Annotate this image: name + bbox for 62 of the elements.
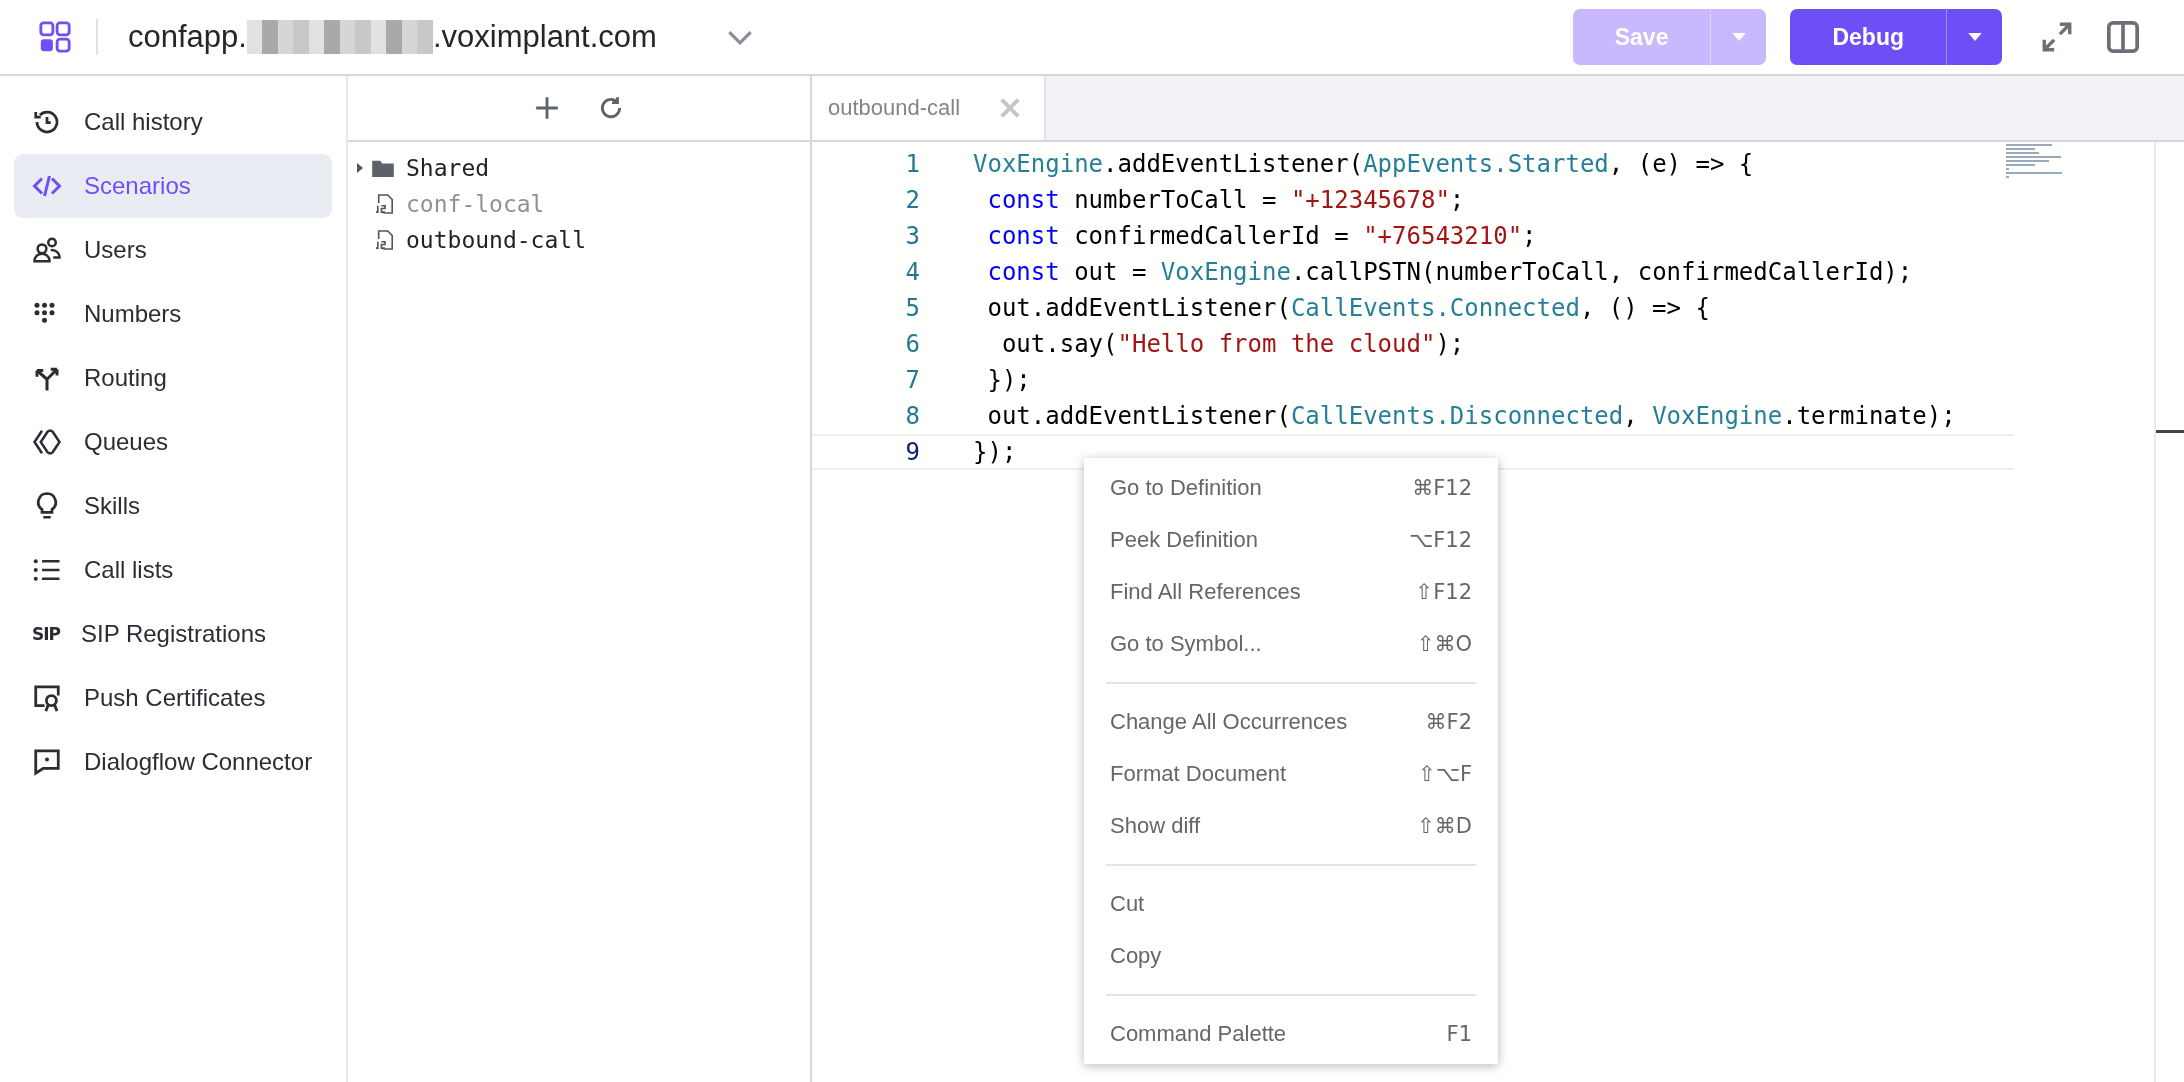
code-line: out.say("Hello from the cloud");: [1000, 330, 1465, 358]
users-icon: [32, 235, 62, 265]
chat-icon: [32, 747, 62, 777]
chevrons-icon: [32, 427, 62, 457]
file-tree-item[interactable]: Shared: [356, 152, 810, 184]
line-number: 4: [904, 258, 920, 286]
code-line: });: [986, 366, 1031, 394]
code-line: const numberToCall = "+12345678";: [986, 186, 1465, 214]
plus-icon[interactable]: [534, 95, 560, 121]
certificate-icon: [32, 683, 62, 713]
code-line: out.addEventListener(CallEvents.Disconnected, VoxEngine.terminate);: [986, 402, 1956, 430]
line-number: 6: [904, 330, 920, 358]
code-line: out.addEventListener(CallEvents.Connected, () => {: [986, 294, 1710, 322]
menu-item[interactable]: Cut: [1084, 878, 1498, 930]
sip-icon: SIP: [32, 624, 59, 644]
line-number: 1: [904, 150, 920, 178]
js-file-icon: [376, 230, 394, 250]
refresh-icon[interactable]: [598, 95, 624, 121]
menu-item[interactable]: Go to Symbol... ⇧⌘O: [1084, 618, 1498, 670]
apps-grid-icon[interactable]: [38, 20, 72, 54]
sidebar-item[interactable]: Dialogflow Connector: [14, 730, 332, 794]
line-number: 3: [904, 222, 920, 250]
code-line: const out = VoxEngine.callPSTN(numberToCall, confirmedCallerId);: [986, 258, 1913, 286]
menu-item[interactable]: Change All Occurrences ⌘F2: [1084, 696, 1498, 748]
sidebar-item[interactable]: SIP SIP Registrations: [14, 602, 332, 666]
menu-item[interactable]: Find All References ⇧F12: [1084, 566, 1498, 618]
menu-item[interactable]: Copy: [1084, 930, 1498, 982]
domain-title: .voximplant.com: [432, 19, 657, 55]
file-tree-item[interactable]: outbound-call: [356, 224, 810, 256]
split-layout-icon[interactable]: [2106, 20, 2140, 54]
menu-item[interactable]: Go to Definition ⌘F12: [1084, 462, 1498, 514]
sidebar-item[interactable]: Push Certificates: [14, 666, 332, 730]
domain-title: confapp.: [128, 19, 247, 55]
code-line: VoxEngine.addEventListener(AppEvents.Started, (e) => {: [973, 150, 1754, 178]
js-file-icon: [376, 194, 394, 214]
sidebar-item[interactable]: Users: [14, 218, 332, 282]
sidebar-item[interactable]: Numbers: [14, 282, 332, 346]
line-number: 8: [904, 402, 920, 430]
folder-icon: [372, 159, 394, 177]
editor-tab[interactable]: outbound-call: [812, 76, 1047, 140]
menu-item[interactable]: Peek Definition ⌥F12: [1084, 514, 1498, 566]
line-number: 7: [904, 366, 920, 394]
caret-icon: [1967, 32, 1982, 42]
sidebar-item[interactable]: Routing: [14, 346, 332, 410]
cursor-position-mark: [2156, 430, 2184, 433]
sidebar-item[interactable]: Scenarios: [14, 154, 332, 218]
menu-item[interactable]: Show diff ⇧⌘D: [1084, 800, 1498, 852]
menu-item[interactable]: Command Palette F1: [1084, 1008, 1498, 1060]
chevron-down-icon[interactable]: [726, 29, 753, 45]
code-line: const confirmedCallerId = "+76543210";: [986, 222, 1537, 250]
sidebar-item[interactable]: Call lists: [14, 538, 332, 602]
line-number: 9: [904, 438, 920, 466]
sidebar-item[interactable]: Call history: [14, 90, 332, 154]
code-line: });: [973, 438, 1017, 466]
line-number: 5: [904, 294, 920, 322]
sidebar-item[interactable]: Skills: [14, 474, 332, 538]
menu-item[interactable]: Format Document ⇧⌥F: [1084, 748, 1498, 800]
sidebar-item[interactable]: Queues: [14, 410, 332, 474]
expand-triangle-icon[interactable]: [356, 163, 364, 173]
line-number: 2: [904, 186, 920, 214]
caret-icon: [1731, 32, 1746, 42]
expand-icon[interactable]: [2040, 20, 2074, 54]
